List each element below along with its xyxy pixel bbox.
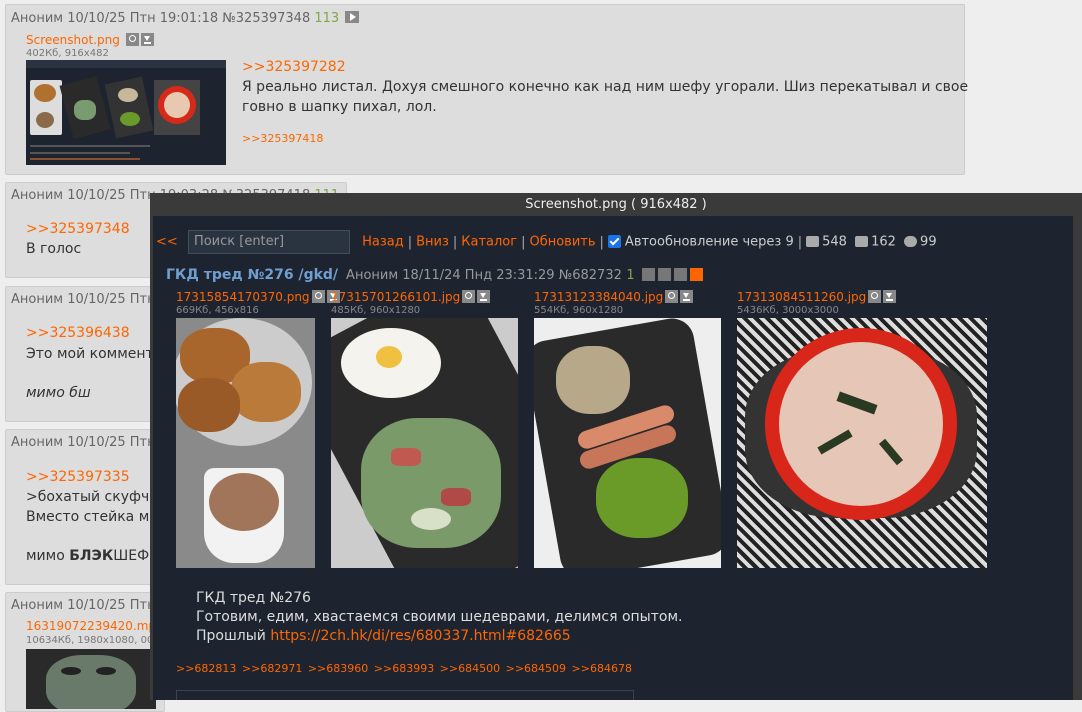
file-link[interactable]: Screenshot.png [26,33,120,47]
post-text-line: Я реально листал. Дохуя смешного конечно… [242,79,969,95]
post-ref-link[interactable]: >>325397282 [242,59,346,75]
thread-header: ГКД тред №276 /gkd/Аноним 18/11/24 Пнд 2… [166,267,704,283]
file-info: 402Кб, 916x482 [26,48,109,59]
file-link[interactable]: 17315854170370.png [176,290,310,304]
op-line-prev: Прошлый https://2ch.hk/di/res/680337.htm… [196,627,682,646]
expand-icon[interactable] [658,268,672,281]
file-info: 10634Кб, 1980x1080, 00: [26,635,157,646]
file-name-row: 16319072239420.mp4 [26,618,164,634]
search-input[interactable]: Поиск [enter] [187,230,350,254]
file-link[interactable]: 17315701266101.jpg [331,290,460,304]
file-link[interactable]: 17313084511260.jpg [737,290,866,304]
food-image-thumbnail[interactable] [534,318,721,568]
post-meta: Аноним 10/10/25 Птн 19:01:18 №325397348 [11,11,311,26]
post: Аноним 10/10/25 Птн 19:01:18 №325397348 … [5,4,969,175]
post-ref-link[interactable]: >>325397335 [26,469,130,485]
lock-icon [690,268,704,281]
file-header: 17313123384040.jpg 554Кб, 960x1280 [534,289,694,316]
thread-reply-count[interactable]: 1 [626,268,634,283]
file-header: 17315701266101.jpg 485Кб, 960x1280 [331,289,491,316]
file-info: 485Кб, 960x1280 [331,305,421,316]
reply-count[interactable]: 113 [314,11,339,26]
post-signature: мимо БЛЭКШЕФ [26,546,149,566]
signature-bold: БЛЭК [69,548,114,564]
search-image-icon[interactable] [462,290,476,303]
thumbnail[interactable] [26,60,226,165]
post-text-line: Вместо стейка мб [26,509,158,525]
catalog-link[interactable]: Каталог [461,235,517,250]
post-text-line: В голос [26,241,82,257]
file-link[interactable]: 17313123384040.jpg [534,290,663,304]
post-header: Аноним 10/10/25 Птн [11,292,156,307]
file-info: 669Кб, 456x816 [176,305,259,316]
post-ref-link[interactable]: >>325397348 [26,221,130,237]
users-count: 99 [920,234,937,250]
users-icon [904,235,918,247]
thread-meta: Аноним 18/11/24 Пнд 23:31:29 №682732 [346,268,622,283]
thread-toolbar: << Поиск [enter] Назад | Вниз | Каталог | Обно… [156,230,937,254]
down-link[interactable]: Вниз [416,235,449,250]
back-link[interactable]: Назад [362,235,404,250]
star-icon[interactable] [642,268,656,281]
download-icon[interactable] [141,33,155,46]
file-link[interactable]: 16319072239420.mp4 [26,619,164,633]
next-post-edge [176,690,634,700]
download-icon[interactable] [680,290,694,303]
op-line: Готовим, едим, хвастаемся своими шедевра… [196,609,683,625]
post-meta: Аноним 10/10/25 Птн [11,435,156,450]
reply-link[interactable]: >>325397418 [242,132,323,145]
play-icon[interactable] [345,11,360,23]
refresh-link[interactable]: Обновить [529,235,595,250]
post-meta: Аноним 10/10/25 Птн [11,292,156,307]
video-thumbnail[interactable] [26,649,156,709]
thread-op-text: ГКД тред №276 Готовим, едим, хвастаемся … [196,589,682,646]
prev-thread-label: Прошлый [196,628,271,644]
food-image-thumbnail[interactable] [737,318,987,568]
post-ref-link[interactable]: >>325396438 [26,325,130,341]
viewer-title: Screenshot.png ( 916x482 ) [150,193,1082,216]
posts-icon [806,235,820,247]
food-image-thumbnail[interactable] [331,318,518,568]
search-image-icon[interactable] [868,290,882,303]
signature-prefix: мимо [26,548,70,564]
autoupdate-label: Автообновление через 9 [624,234,794,250]
signature-suffix: ШЕФ [113,548,150,564]
images-count: 162 [871,234,896,250]
play-icon[interactable] [674,268,688,281]
file-header: 17315854170370.png 669Кб, 456x816 [176,289,340,316]
greentext-line: >бохатый скуфчик [26,489,167,505]
post-signature: мимо бш [26,385,91,401]
prev-link[interactable]: << [156,235,178,250]
post-header: Аноним 10/10/25 Птн 19:01:18 №325397348 … [11,11,360,26]
search-image-icon[interactable] [665,290,679,303]
search-image-icon[interactable] [126,33,140,46]
posts-count: 548 [822,234,847,250]
download-icon[interactable] [883,290,897,303]
autoupdate-checkbox[interactable] [607,234,621,248]
thread-title: ГКД тред №276 /gkd/ [166,267,339,283]
post-header: Аноним 10/10/25 Птн [11,598,156,613]
op-line: ГКД тред №276 [196,590,311,606]
post: Аноним 10/10/25 Птн >>325396438 Это мой … [5,286,165,422]
post: Аноним 10/10/25 Птн >>325397335 >бохатый… [5,429,167,585]
file-name-row: Screenshot.png [26,32,155,48]
images-icon [855,235,869,247]
post-meta: Аноним 10/10/25 Птн [11,598,156,613]
search-image-icon[interactable] [311,290,325,303]
viewer-image[interactable]: << Поиск [enter] Назад | Вниз | Каталог | Обно… [153,216,1073,700]
file-info: 5436Кб, 3000x3000 [737,305,839,316]
post-text-line: говно в шапку пихал, лол. [242,99,437,115]
prev-thread-link[interactable]: https://2ch.hk/di/res/680337.html#682665 [270,628,570,644]
image-viewer[interactable]: Screenshot.png ( 916x482 ) << Поиск [ent… [150,193,1082,700]
file-info: 554Кб, 960x1280 [534,305,624,316]
post: Аноним 10/10/25 Птн 16319072239420.mp4 1… [5,592,165,712]
reply-links[interactable]: >>682813 >>682971 >>683960 >>683993 >>68… [176,662,632,675]
file-header: 17313084511260.jpg 5436Кб, 3000x3000 [737,289,897,316]
food-image-thumbnail[interactable] [176,318,315,568]
post-header: Аноним 10/10/25 Птн [11,435,156,450]
post-text-line: Это мой коммент [26,346,154,362]
download-icon[interactable] [477,290,491,303]
